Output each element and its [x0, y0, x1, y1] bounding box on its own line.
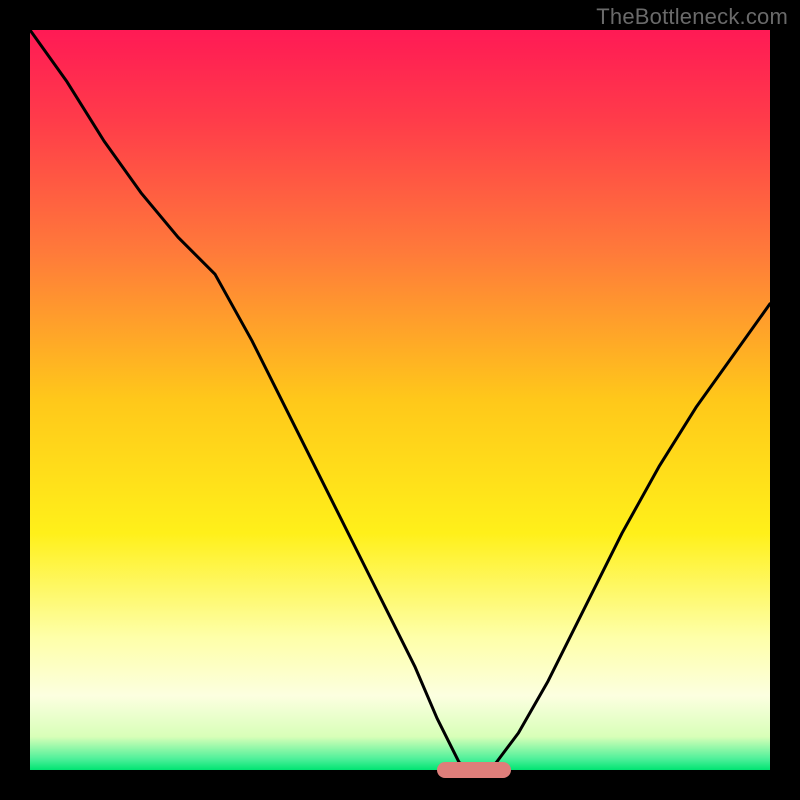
- watermark-text: TheBottleneck.com: [596, 4, 788, 30]
- plot-background: [30, 30, 770, 770]
- chart-frame: [0, 0, 800, 800]
- bottleneck-chart: [0, 0, 800, 800]
- optimal-range-marker: [437, 762, 511, 778]
